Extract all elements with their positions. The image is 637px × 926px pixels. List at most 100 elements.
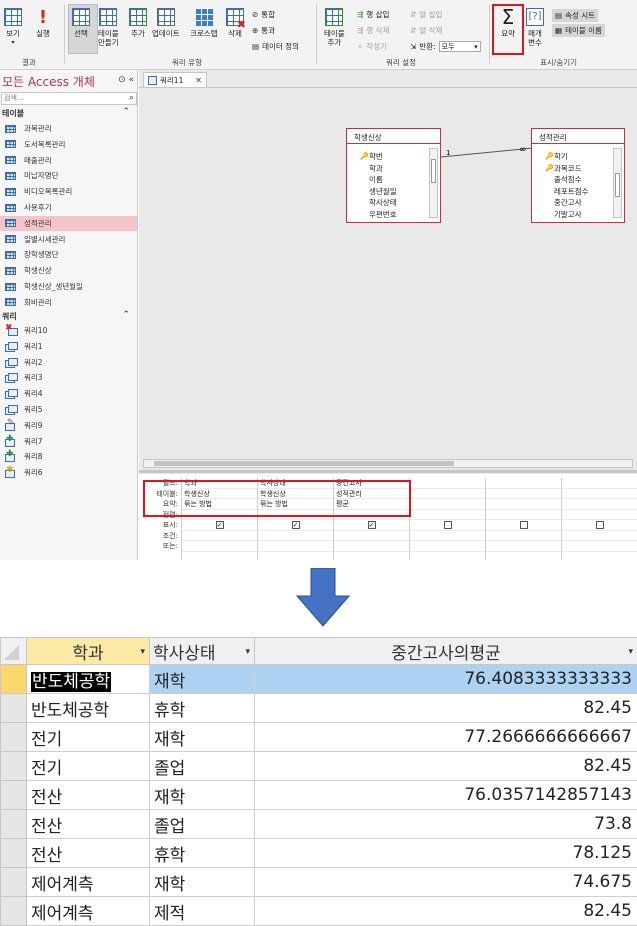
- nav-query-item[interactable]: 쿼리1: [0, 339, 137, 354]
- table-field-item[interactable]: 학과: [347, 163, 440, 175]
- nav-section-tables[interactable]: 테이블 ⌃: [2, 108, 136, 119]
- grid-cell-criteria[interactable]: [258, 531, 333, 542]
- nav-table-item[interactable]: 사용후기: [0, 200, 137, 215]
- record-selector[interactable]: [1, 665, 27, 694]
- view-button[interactable]: 보기 ▾: [4, 8, 22, 47]
- nav-section-queries[interactable]: 쿼리 ⌃: [2, 311, 136, 322]
- field-list-scrollbar[interactable]: [429, 148, 438, 218]
- grid-cell-show[interactable]: ✓: [258, 520, 333, 531]
- cell-status[interactable]: 졸업: [150, 810, 255, 839]
- grid-cell-criteria[interactable]: [410, 531, 485, 542]
- grid-cell-show[interactable]: [562, 520, 637, 531]
- cell-dept[interactable]: 제어계측: [27, 868, 150, 897]
- show-checkbox[interactable]: [520, 521, 528, 529]
- scroll-thumb[interactable]: [431, 159, 436, 183]
- grid-cell-show[interactable]: ✓: [334, 520, 409, 531]
- table-row[interactable]: 전기재학77.2666666666667: [1, 723, 637, 752]
- table-box-grades[interactable]: 성적관리 🔑학기🔑과목코드출석점수레포트점수중간고사기말고사: [531, 128, 625, 223]
- record-selector[interactable]: [1, 694, 27, 723]
- cell-average[interactable]: 74.675: [255, 868, 637, 897]
- record-selector[interactable]: [1, 781, 27, 810]
- canvas-horizontal-scrollbar[interactable]: [143, 459, 633, 468]
- field-list-scrollbar[interactable]: [613, 148, 622, 218]
- cell-average[interactable]: 82.45: [255, 694, 637, 723]
- nav-query-item[interactable]: 쿼리7: [0, 434, 137, 449]
- grid-cell-table[interactable]: [562, 489, 637, 500]
- cell-average[interactable]: 77.2666666666667: [255, 723, 637, 752]
- cell-dept[interactable]: 전기: [27, 723, 150, 752]
- grid-cell-total[interactable]: [486, 499, 561, 510]
- insert-column-button[interactable]: ⇵열 삽입: [410, 9, 442, 20]
- make-table-button[interactable]: 테이블 만들기: [98, 8, 119, 47]
- scroll-thumb[interactable]: [615, 173, 620, 197]
- table-row[interactable]: 전기졸업82.45: [1, 752, 637, 781]
- record-selector[interactable]: [1, 752, 27, 781]
- show-checkbox[interactable]: ✓: [216, 521, 224, 529]
- crosstab-button[interactable]: 크로스탭: [190, 8, 218, 38]
- dropdown-arrow-icon[interactable]: ▾: [628, 647, 633, 657]
- table-row[interactable]: 제어계측재학74.675: [1, 868, 637, 897]
- record-selector[interactable]: [1, 723, 27, 752]
- nav-query-item[interactable]: 쿼리4: [0, 386, 137, 401]
- grid-cell-show[interactable]: [486, 520, 561, 531]
- nav-table-item[interactable]: 매출관리: [0, 153, 137, 168]
- table-field-item[interactable]: 이름: [347, 174, 440, 186]
- cell-average[interactable]: 76.4083333333333: [255, 665, 637, 694]
- cell-status[interactable]: 재학: [150, 665, 255, 694]
- cell-average[interactable]: 76.0357142857143: [255, 781, 637, 810]
- grid-column[interactable]: [485, 478, 561, 560]
- search-icon[interactable]: ⌕: [129, 93, 134, 104]
- show-checkbox[interactable]: [444, 521, 452, 529]
- select-query-button[interactable]: 선택: [72, 8, 90, 38]
- pass-through-button[interactable]: ⊕통과: [252, 25, 275, 36]
- nav-title[interactable]: 모든 Access 개체: [2, 73, 95, 90]
- grid-cell-or[interactable]: [486, 541, 561, 552]
- nav-query-item[interactable]: 쿼리10: [0, 323, 137, 338]
- cell-dept[interactable]: 전산: [27, 781, 150, 810]
- table-field-item[interactable]: 🔑학번: [347, 151, 440, 163]
- builder-button[interactable]: ✧작성기: [357, 41, 387, 52]
- table-row[interactable]: 전산재학76.0357142857143: [1, 781, 637, 810]
- return-combo[interactable]: 모두: [439, 41, 481, 52]
- grid-cell-total[interactable]: [410, 499, 485, 510]
- update-button[interactable]: 업데이트: [152, 8, 180, 38]
- nav-search-input[interactable]: 검색... ⌕: [1, 92, 137, 105]
- table-field-item[interactable]: 학사상태: [347, 197, 440, 209]
- table-row[interactable]: 전산졸업73.8: [1, 810, 637, 839]
- column-header-dept[interactable]: 학과▾: [27, 638, 150, 665]
- grid-cell-or[interactable]: [334, 541, 409, 552]
- grid-cell-sort[interactable]: [410, 510, 485, 521]
- cell-dept[interactable]: 반도체공학: [27, 694, 150, 723]
- record-selector[interactable]: [1, 868, 27, 897]
- cell-dept[interactable]: 전산: [27, 839, 150, 868]
- cell-dept[interactable]: 전산: [27, 810, 150, 839]
- nav-table-item[interactable]: 성적관리: [0, 216, 137, 231]
- grid-cell-show[interactable]: ✓: [182, 520, 257, 531]
- table-names-button[interactable]: ▦테이블 이름: [552, 24, 605, 37]
- grid-cell-criteria[interactable]: [334, 531, 409, 542]
- data-definition-button[interactable]: ▤데이터 정의: [252, 41, 299, 52]
- query-tab[interactable]: 쿼리11 ✕: [143, 72, 207, 87]
- grid-cell-criteria[interactable]: [182, 531, 257, 542]
- grid-cell-field[interactable]: [486, 478, 561, 489]
- nav-table-item[interactable]: 회비관리: [0, 295, 137, 310]
- dropdown-arrow-icon[interactable]: ▾: [245, 647, 250, 657]
- scroll-thumb[interactable]: [154, 461, 454, 466]
- nav-table-item[interactable]: 학생신상: [0, 263, 137, 278]
- cell-dept[interactable]: 제어계측: [27, 897, 150, 926]
- nav-menu-icon[interactable]: ⊙ «: [118, 75, 134, 85]
- cell-average[interactable]: 82.45: [255, 752, 637, 781]
- nav-query-item[interactable]: 쿼리5: [0, 402, 137, 417]
- show-checkbox[interactable]: ✓: [292, 521, 300, 529]
- grid-cell-criteria[interactable]: [562, 531, 637, 542]
- cell-average[interactable]: 78.125: [255, 839, 637, 868]
- nav-table-item[interactable]: 학생신상_생년월일: [0, 279, 137, 294]
- add-table-button[interactable]: 테이블 추가: [324, 8, 345, 47]
- nav-table-item[interactable]: 도서목록관리: [0, 137, 137, 152]
- grid-cell-or[interactable]: [562, 541, 637, 552]
- show-checkbox[interactable]: [596, 521, 604, 529]
- record-selector[interactable]: [1, 839, 27, 868]
- table-row[interactable]: 반도체공학휴학82.45: [1, 694, 637, 723]
- nav-query-item[interactable]: 쿼리2: [0, 355, 137, 370]
- property-sheet-button[interactable]: ▤속성 시트: [552, 9, 598, 22]
